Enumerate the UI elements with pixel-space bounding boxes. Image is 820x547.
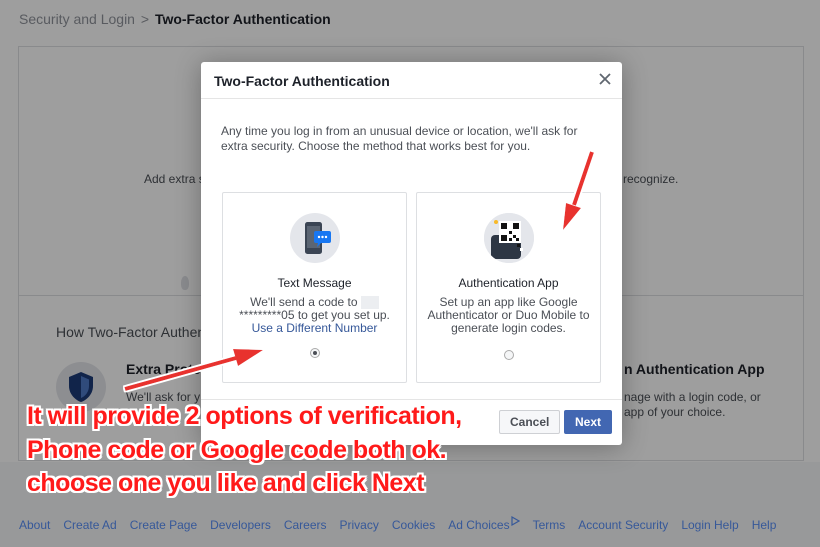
annotation-line-1: It will provide 2 options of verificatio… [27, 402, 462, 430]
annotation-line-2: Phone code or Google code both ok. [27, 436, 447, 464]
arrow-to-authentication-app [563, 151, 594, 230]
arrow-to-text-message [124, 349, 263, 391]
annotation-line-3: choose one you like and click Next [27, 469, 425, 497]
